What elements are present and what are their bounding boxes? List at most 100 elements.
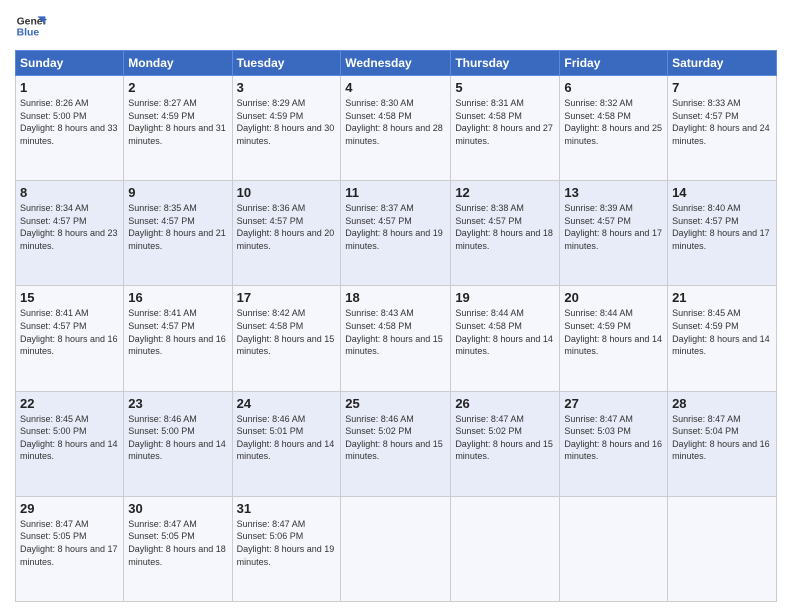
week-row-2: 8 Sunrise: 8:34 AMSunset: 4:57 PMDayligh… bbox=[16, 181, 777, 286]
day-cell: 2 Sunrise: 8:27 AMSunset: 4:59 PMDayligh… bbox=[124, 76, 232, 181]
day-number: 4 bbox=[345, 80, 446, 95]
day-info: Sunrise: 8:45 AMSunset: 4:59 PMDaylight:… bbox=[672, 308, 770, 356]
day-cell: 23 Sunrise: 8:46 AMSunset: 5:00 PMDaylig… bbox=[124, 391, 232, 496]
day-number: 25 bbox=[345, 396, 446, 411]
day-number: 20 bbox=[564, 290, 663, 305]
day-info: Sunrise: 8:39 AMSunset: 4:57 PMDaylight:… bbox=[564, 203, 662, 251]
day-info: Sunrise: 8:47 AMSunset: 5:06 PMDaylight:… bbox=[237, 519, 335, 567]
day-cell: 4 Sunrise: 8:30 AMSunset: 4:58 PMDayligh… bbox=[341, 76, 451, 181]
day-info: Sunrise: 8:38 AMSunset: 4:57 PMDaylight:… bbox=[455, 203, 553, 251]
day-cell: 20 Sunrise: 8:44 AMSunset: 4:59 PMDaylig… bbox=[560, 286, 668, 391]
day-info: Sunrise: 8:47 AMSunset: 5:04 PMDaylight:… bbox=[672, 414, 770, 462]
day-cell: 1 Sunrise: 8:26 AMSunset: 5:00 PMDayligh… bbox=[16, 76, 124, 181]
day-info: Sunrise: 8:41 AMSunset: 4:57 PMDaylight:… bbox=[128, 308, 226, 356]
day-info: Sunrise: 8:36 AMSunset: 4:57 PMDaylight:… bbox=[237, 203, 335, 251]
weekday-header-monday: Monday bbox=[124, 51, 232, 76]
day-cell: 21 Sunrise: 8:45 AMSunset: 4:59 PMDaylig… bbox=[668, 286, 777, 391]
svg-text:Blue: Blue bbox=[17, 28, 40, 39]
day-number: 28 bbox=[672, 396, 772, 411]
day-info: Sunrise: 8:29 AMSunset: 4:59 PMDaylight:… bbox=[237, 98, 335, 146]
day-info: Sunrise: 8:44 AMSunset: 4:58 PMDaylight:… bbox=[455, 308, 553, 356]
day-info: Sunrise: 8:46 AMSunset: 5:01 PMDaylight:… bbox=[237, 414, 335, 462]
day-number: 29 bbox=[20, 501, 119, 516]
day-cell: 27 Sunrise: 8:47 AMSunset: 5:03 PMDaylig… bbox=[560, 391, 668, 496]
weekday-header-tuesday: Tuesday bbox=[232, 51, 341, 76]
day-cell: 10 Sunrise: 8:36 AMSunset: 4:57 PMDaylig… bbox=[232, 181, 341, 286]
day-cell: 16 Sunrise: 8:41 AMSunset: 4:57 PMDaylig… bbox=[124, 286, 232, 391]
day-info: Sunrise: 8:30 AMSunset: 4:58 PMDaylight:… bbox=[345, 98, 443, 146]
day-number: 17 bbox=[237, 290, 337, 305]
day-info: Sunrise: 8:34 AMSunset: 4:57 PMDaylight:… bbox=[20, 203, 118, 251]
day-info: Sunrise: 8:33 AMSunset: 4:57 PMDaylight:… bbox=[672, 98, 770, 146]
day-number: 31 bbox=[237, 501, 337, 516]
day-number: 2 bbox=[128, 80, 227, 95]
day-info: Sunrise: 8:31 AMSunset: 4:58 PMDaylight:… bbox=[455, 98, 553, 146]
day-number: 23 bbox=[128, 396, 227, 411]
day-cell: 12 Sunrise: 8:38 AMSunset: 4:57 PMDaylig… bbox=[451, 181, 560, 286]
day-cell: 18 Sunrise: 8:43 AMSunset: 4:58 PMDaylig… bbox=[341, 286, 451, 391]
day-cell: 29 Sunrise: 8:47 AMSunset: 5:05 PMDaylig… bbox=[16, 496, 124, 601]
weekday-header-thursday: Thursday bbox=[451, 51, 560, 76]
day-number: 16 bbox=[128, 290, 227, 305]
day-info: Sunrise: 8:42 AMSunset: 4:58 PMDaylight:… bbox=[237, 308, 335, 356]
day-number: 5 bbox=[455, 80, 555, 95]
weekday-header-friday: Friday bbox=[560, 51, 668, 76]
day-cell: 11 Sunrise: 8:37 AMSunset: 4:57 PMDaylig… bbox=[341, 181, 451, 286]
day-info: Sunrise: 8:46 AMSunset: 5:00 PMDaylight:… bbox=[128, 414, 226, 462]
day-info: Sunrise: 8:26 AMSunset: 5:00 PMDaylight:… bbox=[20, 98, 118, 146]
day-number: 26 bbox=[455, 396, 555, 411]
weekday-header-row: SundayMondayTuesdayWednesdayThursdayFrid… bbox=[16, 51, 777, 76]
day-cell: 31 Sunrise: 8:47 AMSunset: 5:06 PMDaylig… bbox=[232, 496, 341, 601]
day-cell: 28 Sunrise: 8:47 AMSunset: 5:04 PMDaylig… bbox=[668, 391, 777, 496]
day-info: Sunrise: 8:47 AMSunset: 5:05 PMDaylight:… bbox=[20, 519, 118, 567]
day-cell: 3 Sunrise: 8:29 AMSunset: 4:59 PMDayligh… bbox=[232, 76, 341, 181]
day-number: 19 bbox=[455, 290, 555, 305]
logo: General Blue bbox=[15, 10, 47, 42]
day-number: 7 bbox=[672, 80, 772, 95]
day-cell: 26 Sunrise: 8:47 AMSunset: 5:02 PMDaylig… bbox=[451, 391, 560, 496]
day-cell: 15 Sunrise: 8:41 AMSunset: 4:57 PMDaylig… bbox=[16, 286, 124, 391]
weekday-header-sunday: Sunday bbox=[16, 51, 124, 76]
day-cell bbox=[668, 496, 777, 601]
day-cell: 9 Sunrise: 8:35 AMSunset: 4:57 PMDayligh… bbox=[124, 181, 232, 286]
day-cell: 7 Sunrise: 8:33 AMSunset: 4:57 PMDayligh… bbox=[668, 76, 777, 181]
day-number: 8 bbox=[20, 185, 119, 200]
week-row-1: 1 Sunrise: 8:26 AMSunset: 5:00 PMDayligh… bbox=[16, 76, 777, 181]
day-cell: 6 Sunrise: 8:32 AMSunset: 4:58 PMDayligh… bbox=[560, 76, 668, 181]
day-cell: 19 Sunrise: 8:44 AMSunset: 4:58 PMDaylig… bbox=[451, 286, 560, 391]
day-cell: 8 Sunrise: 8:34 AMSunset: 4:57 PMDayligh… bbox=[16, 181, 124, 286]
week-row-5: 29 Sunrise: 8:47 AMSunset: 5:05 PMDaylig… bbox=[16, 496, 777, 601]
day-cell: 30 Sunrise: 8:47 AMSunset: 5:05 PMDaylig… bbox=[124, 496, 232, 601]
day-info: Sunrise: 8:37 AMSunset: 4:57 PMDaylight:… bbox=[345, 203, 443, 251]
day-info: Sunrise: 8:32 AMSunset: 4:58 PMDaylight:… bbox=[564, 98, 662, 146]
day-cell: 22 Sunrise: 8:45 AMSunset: 5:00 PMDaylig… bbox=[16, 391, 124, 496]
day-info: Sunrise: 8:47 AMSunset: 5:02 PMDaylight:… bbox=[455, 414, 553, 462]
day-info: Sunrise: 8:47 AMSunset: 5:05 PMDaylight:… bbox=[128, 519, 226, 567]
day-info: Sunrise: 8:47 AMSunset: 5:03 PMDaylight:… bbox=[564, 414, 662, 462]
week-row-3: 15 Sunrise: 8:41 AMSunset: 4:57 PMDaylig… bbox=[16, 286, 777, 391]
day-info: Sunrise: 8:44 AMSunset: 4:59 PMDaylight:… bbox=[564, 308, 662, 356]
day-number: 10 bbox=[237, 185, 337, 200]
day-number: 9 bbox=[128, 185, 227, 200]
day-number: 22 bbox=[20, 396, 119, 411]
day-cell: 24 Sunrise: 8:46 AMSunset: 5:01 PMDaylig… bbox=[232, 391, 341, 496]
weekday-header-saturday: Saturday bbox=[668, 51, 777, 76]
day-cell bbox=[560, 496, 668, 601]
weekday-header-wednesday: Wednesday bbox=[341, 51, 451, 76]
day-info: Sunrise: 8:40 AMSunset: 4:57 PMDaylight:… bbox=[672, 203, 770, 251]
day-info: Sunrise: 8:46 AMSunset: 5:02 PMDaylight:… bbox=[345, 414, 443, 462]
day-number: 6 bbox=[564, 80, 663, 95]
day-cell: 14 Sunrise: 8:40 AMSunset: 4:57 PMDaylig… bbox=[668, 181, 777, 286]
logo-icon: General Blue bbox=[15, 10, 47, 42]
day-cell bbox=[451, 496, 560, 601]
day-number: 30 bbox=[128, 501, 227, 516]
day-number: 13 bbox=[564, 185, 663, 200]
day-number: 3 bbox=[237, 80, 337, 95]
week-row-4: 22 Sunrise: 8:45 AMSunset: 5:00 PMDaylig… bbox=[16, 391, 777, 496]
calendar-container: General Blue SundayMondayTuesdayWednesda… bbox=[0, 0, 792, 612]
day-cell: 25 Sunrise: 8:46 AMSunset: 5:02 PMDaylig… bbox=[341, 391, 451, 496]
day-number: 11 bbox=[345, 185, 446, 200]
day-info: Sunrise: 8:41 AMSunset: 4:57 PMDaylight:… bbox=[20, 308, 118, 356]
day-number: 27 bbox=[564, 396, 663, 411]
day-cell: 17 Sunrise: 8:42 AMSunset: 4:58 PMDaylig… bbox=[232, 286, 341, 391]
